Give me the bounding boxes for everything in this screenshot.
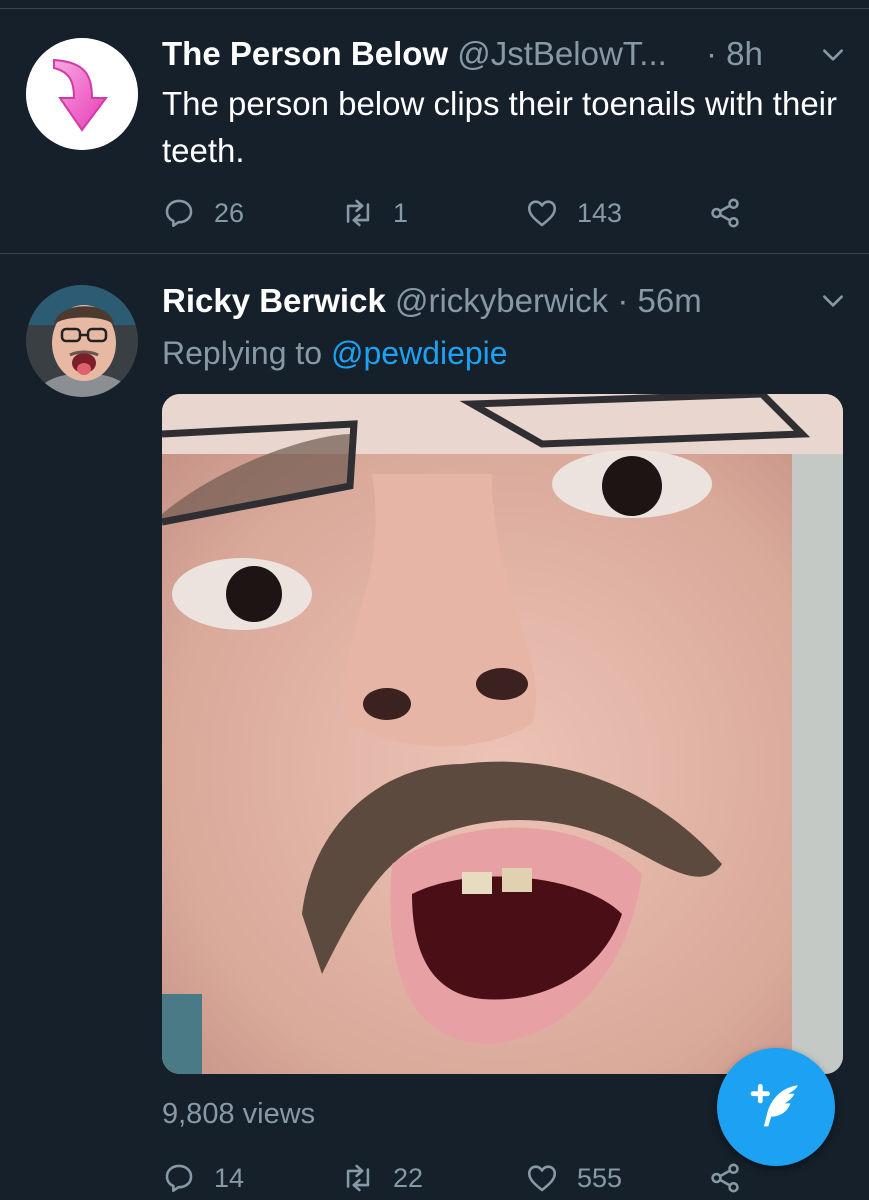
tweet-text: The person below clips their toenails wi… — [162, 85, 838, 169]
heart-icon — [527, 200, 557, 227]
tweet-media-video[interactable] — [162, 394, 843, 1074]
user-handle[interactable]: @JstBelowT... — [457, 35, 667, 72]
tweet-header: Ricky Berwick @rickyberwick · 56m — [162, 281, 702, 321]
reply-button[interactable]: 26 — [162, 196, 244, 230]
video-thumbnail — [162, 394, 843, 1074]
retweet-icon — [346, 1164, 370, 1192]
replying-prefix: Replying to — [162, 335, 323, 371]
share-icon — [711, 198, 739, 228]
retweet-icon — [346, 199, 370, 227]
reply-count: 26 — [214, 197, 245, 228]
compose-tweet-icon — [750, 1084, 798, 1127]
tweet-header: The Person Below @JstBelowT... · 8h — [162, 34, 763, 74]
share-button[interactable] — [708, 196, 760, 230]
reply-icon — [165, 1164, 193, 1193]
reply-count: 14 — [214, 1162, 245, 1193]
retweet-count: 1 — [393, 197, 409, 228]
tweet-divider — [0, 253, 869, 254]
top-divider — [0, 8, 869, 9]
avatar[interactable] — [26, 285, 138, 397]
pink-arrow-logo — [26, 38, 138, 150]
user-handle[interactable]: @rickyberwick — [395, 282, 608, 319]
chevron-down-icon[interactable] — [820, 42, 846, 68]
reply-button[interactable]: 14 — [162, 1161, 244, 1195]
mention-link[interactable]: @pewdiepie — [331, 335, 508, 371]
view-count: 9,808 views — [162, 1098, 316, 1130]
compose-tweet-button[interactable] — [717, 1048, 835, 1166]
retweet-button[interactable]: 1 — [341, 196, 408, 230]
like-button[interactable]: 143 — [525, 196, 622, 230]
retweet-count: 22 — [393, 1162, 424, 1193]
share-button[interactable] — [708, 1161, 760, 1195]
display-name[interactable]: The Person Below — [162, 35, 448, 72]
chevron-down-icon[interactable] — [820, 288, 846, 314]
profile-photo — [26, 285, 138, 397]
heart-icon — [527, 1165, 557, 1192]
reply-icon — [165, 199, 193, 228]
like-button[interactable]: 555 — [525, 1161, 622, 1195]
timestamp[interactable]: · 56m — [617, 282, 701, 319]
timestamp[interactable]: · 8h — [706, 35, 763, 72]
avatar[interactable] — [26, 38, 138, 150]
replying-to: Replying to @pewdiepie — [162, 333, 508, 373]
like-count: 555 — [577, 1162, 623, 1193]
retweet-button[interactable]: 22 — [341, 1161, 423, 1195]
like-count: 143 — [577, 197, 623, 228]
share-icon — [711, 1163, 739, 1193]
display-name[interactable]: Ricky Berwick — [162, 282, 386, 319]
